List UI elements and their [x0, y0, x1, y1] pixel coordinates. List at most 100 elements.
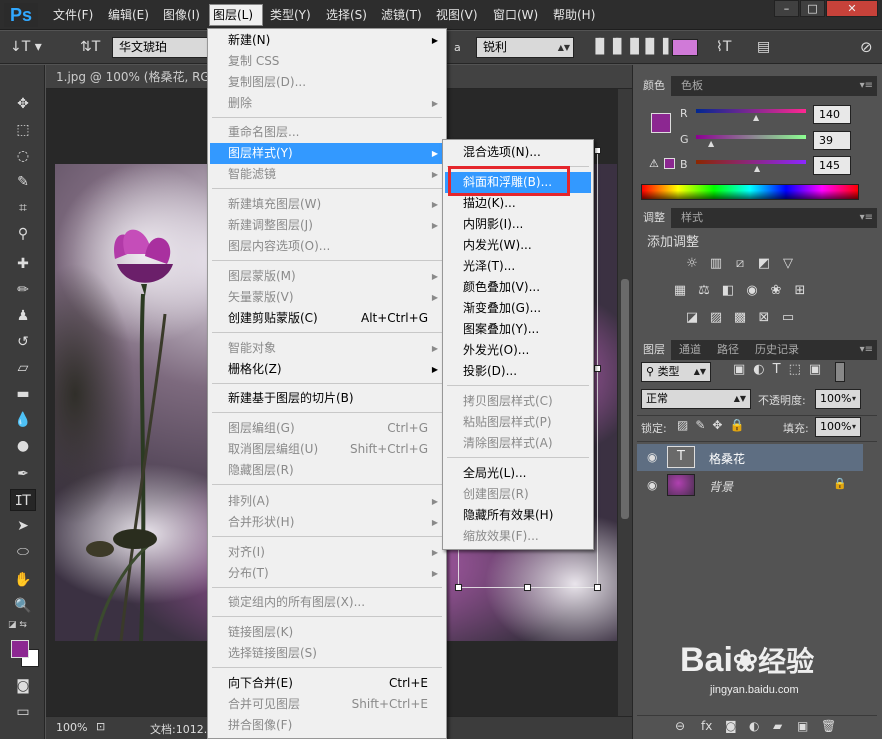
posterize-icon[interactable]: ▨ [707, 310, 725, 326]
color-fg-swatch[interactable] [651, 113, 671, 133]
align-center-icon[interactable]: ▌▐▌ [616, 31, 644, 64]
hue-saturation-icon[interactable]: ▦ [671, 283, 689, 299]
quick-mask-icon[interactable]: ◙ [10, 675, 36, 697]
menu-item-align[interactable]: 对齐(I) ▶ [210, 542, 444, 563]
brightness-icon[interactable]: ☼ [683, 256, 701, 272]
menu-item-delete[interactable]: 删除 ▶ [210, 93, 444, 114]
move-tool-icon[interactable]: ✥ [10, 93, 36, 115]
menu-item-clipping-mask[interactable]: 创建剪贴蒙版(C) Alt+Ctrl+G [210, 308, 444, 329]
bbox-handle[interactable] [455, 584, 462, 591]
layer-name[interactable]: 背景 [709, 478, 733, 495]
hand-tool-icon[interactable]: ✋ [10, 569, 36, 591]
menu-item-new[interactable]: 新建(N) ▶ [210, 30, 444, 51]
toggle-orientation-icon[interactable]: ⇅T [80, 31, 100, 64]
levels-icon[interactable]: ▥ [707, 256, 725, 272]
menu-item-hide-all-effects[interactable]: 隐藏所有效果(H) [445, 505, 591, 526]
marquee-tool-icon[interactable]: ⬚ [10, 119, 36, 141]
menu-item-layer-mask[interactable]: 图层蒙版(M) ▶ [210, 266, 444, 287]
vibrance-icon[interactable]: ▽ [779, 256, 797, 272]
swap-colors-icon[interactable]: ◪ ⇆ [8, 620, 27, 630]
panel-menu-icon[interactable]: ▾≡ [860, 208, 873, 228]
close-button[interactable]: ✕ [826, 0, 878, 17]
menu-item-copy-style[interactable]: 拷贝图层样式(C) [445, 391, 591, 412]
visibility-eye-icon[interactable]: ◉ [647, 478, 657, 492]
foreground-color-swatch[interactable] [11, 640, 29, 658]
panel-menu-icon[interactable]: ▾≡ [860, 76, 873, 96]
bbox-handle[interactable] [594, 147, 601, 154]
tab-styles[interactable]: 样式 [675, 208, 709, 228]
exposure-icon[interactable]: ◩ [755, 256, 773, 272]
menu-item-outer-glow[interactable]: 外发光(O)... [445, 340, 591, 361]
menu-layer[interactable]: 图层(L) [209, 4, 263, 26]
menu-item-lock-group-layers[interactable]: 锁定组内的所有图层(X)... [210, 592, 444, 613]
menu-item-gradient-overlay[interactable]: 渐变叠加(G)... [445, 298, 591, 319]
menu-item-new-fill-layer[interactable]: 新建填充图层(W) ▶ [210, 194, 444, 215]
document-info[interactable]: 文档:1012... [150, 721, 214, 737]
tab-adjustments[interactable]: 调整 [637, 208, 671, 228]
gradient-map-icon[interactable]: ▭ [779, 310, 797, 326]
threshold-icon[interactable]: ▩ [731, 310, 749, 326]
trash-icon[interactable]: 🗑 [821, 719, 836, 733]
tab-channels[interactable]: 通道 [673, 340, 707, 360]
shape-tool-icon[interactable]: ⬭ [10, 541, 36, 563]
bbox-handle[interactable] [524, 584, 531, 591]
fx-icon[interactable]: fx [701, 719, 712, 733]
slider-handle[interactable]: ▲ [708, 139, 714, 148]
zoom-tool-icon[interactable]: 🔍 [10, 595, 36, 617]
tab-paths[interactable]: 路径 [711, 340, 745, 360]
warp-text-icon[interactable]: ⌇T [716, 31, 731, 64]
status-icon[interactable]: ⊡ [96, 720, 105, 733]
menu-view[interactable]: 视图(V) [433, 5, 481, 25]
menu-item-new-adjust-layer[interactable]: 新建调整图层(J) ▶ [210, 215, 444, 236]
menu-item-arrange[interactable]: 排列(A) ▶ [210, 491, 444, 512]
channel-g-value[interactable]: 39 [813, 131, 851, 150]
menu-item-paste-style[interactable]: 粘贴图层样式(P) [445, 412, 591, 433]
brush-tool-icon[interactable]: ✏ [10, 279, 36, 301]
menu-item-scale-effects[interactable]: 缩放效果(F)... [445, 526, 591, 547]
lasso-tool-icon[interactable]: ◌ [10, 145, 36, 167]
crop-tool-icon[interactable]: ⌗ [10, 197, 36, 219]
eyedropper-tool-icon[interactable]: ⚲ [10, 223, 36, 245]
menu-select[interactable]: 选择(S) [323, 5, 370, 25]
gamut-warning-icon[interactable]: ⚠ [649, 157, 659, 170]
quick-select-tool-icon[interactable]: ✎ [10, 171, 36, 193]
menu-item-copy-css[interactable]: 复制 CSS [210, 51, 444, 72]
character-panel-icon[interactable]: ▤ [757, 31, 770, 64]
menu-item-rename-layer[interactable]: 重命名图层... [210, 122, 444, 143]
channel-mixer-icon[interactable]: ❀ [767, 283, 785, 299]
document-scrollbar[interactable] [618, 89, 632, 716]
menu-item-vector-mask[interactable]: 矢量蒙版(V) ▶ [210, 287, 444, 308]
menu-item-color-overlay[interactable]: 颜色叠加(V)... [445, 277, 591, 298]
type-tool-icon[interactable]: ⵊT [10, 489, 36, 511]
invert-icon[interactable]: ◪ [683, 310, 701, 326]
menu-item-satin[interactable]: 光泽(T)... [445, 256, 591, 277]
cancel-icon[interactable]: ⊘ [860, 31, 873, 64]
tab-swatches[interactable]: 色板 [675, 76, 709, 96]
menu-item-create-layer[interactable]: 创建图层(R) [445, 484, 591, 505]
layer-row-text[interactable]: ◉ T 格桑花 [637, 444, 863, 471]
color-spectrum-bar[interactable] [641, 184, 859, 200]
menu-item-blending-options[interactable]: 混合选项(N)... [445, 142, 591, 163]
panel-menu-icon[interactable]: ▾≡ [860, 340, 873, 360]
fill-input[interactable]: 100% ▾ [815, 417, 861, 437]
channel-b-slider[interactable] [696, 160, 806, 164]
menu-item-smart-object[interactable]: 智能对象 ▶ [210, 338, 444, 359]
blur-tool-icon[interactable]: 💧 [10, 409, 36, 431]
menu-item-ungroup-layers[interactable]: 取消图层编组(U) Shift+Ctrl+G [210, 439, 444, 460]
black-white-icon[interactable]: ◧ [719, 283, 737, 299]
menu-item-clear-style[interactable]: 清除图层样式(A) [445, 433, 591, 454]
font-family-select[interactable]: 华文琥珀 [112, 37, 208, 58]
layer-name[interactable]: 格桑花 [709, 450, 745, 467]
menu-item-flatten-image[interactable]: 拼合图像(F) [210, 715, 444, 736]
color-lookup-icon[interactable]: ⊞ [791, 283, 809, 299]
menu-item-duplicate-layer[interactable]: 复制图层(D)... [210, 72, 444, 93]
text-color-swatch[interactable] [672, 39, 698, 56]
stamp-tool-icon[interactable]: ♟ [10, 305, 36, 327]
slider-handle[interactable]: ▲ [753, 113, 759, 122]
menu-item-stroke[interactable]: 描边(K)... [445, 193, 591, 214]
menu-image[interactable]: 图像(I) [160, 5, 203, 25]
link-layers-icon[interactable]: ⊖ [675, 719, 685, 733]
menu-item-merge-down[interactable]: 向下合并(E) Ctrl+E [210, 673, 444, 694]
tab-history[interactable]: 历史记录 [749, 340, 805, 360]
menu-item-merge-visible[interactable]: 合并可见图层 Shift+Ctrl+E [210, 694, 444, 715]
